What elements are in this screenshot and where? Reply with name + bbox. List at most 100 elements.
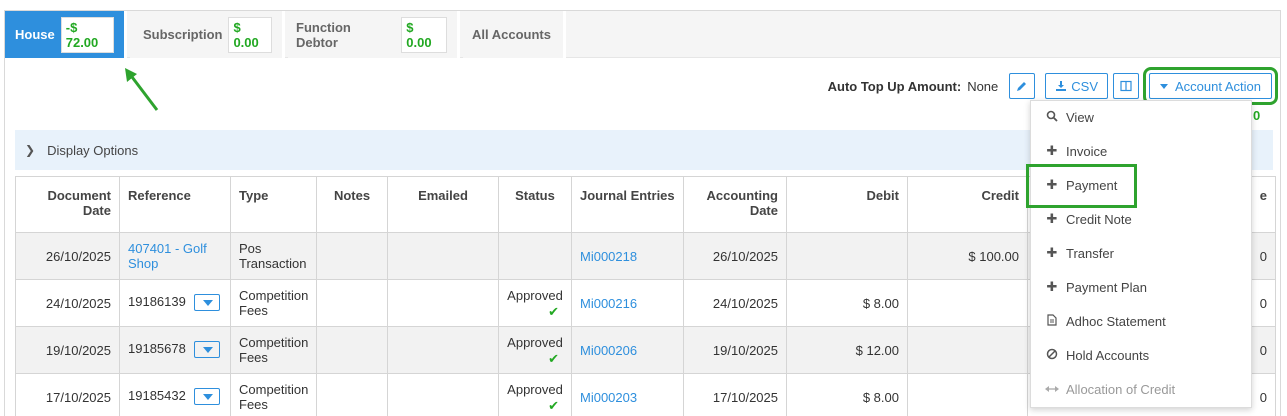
plus-icon: ✚ bbox=[1046, 245, 1058, 260]
plus-icon: ✚ bbox=[1046, 211, 1058, 226]
auto-top-up-value: None bbox=[967, 78, 999, 94]
menu-item-label: Allocation of Credit bbox=[1066, 381, 1176, 397]
menu-item-label: Transfer bbox=[1066, 245, 1114, 261]
reference-text: 19186139 bbox=[128, 294, 186, 310]
type-cell: Competition Fees bbox=[230, 326, 317, 374]
tab-label: All Accounts bbox=[472, 27, 551, 42]
document-date: 24/10/2025 bbox=[15, 279, 120, 327]
document-date: 26/10/2025 bbox=[15, 232, 120, 280]
debit-cell: $ 8.00 bbox=[786, 279, 908, 327]
account-action-menu: View ✚ Invoice ✚ Payment ✚ Credit Note ✚… bbox=[1030, 100, 1252, 408]
credit-cell bbox=[907, 326, 1028, 374]
type-cell: Competition Fees bbox=[230, 279, 317, 327]
accounting-date: 17/10/2025 bbox=[683, 373, 787, 416]
menu-item-allocation-of-credit[interactable]: Allocation of Credit bbox=[1031, 374, 1251, 404]
tab-all-accounts[interactable]: All Accounts bbox=[463, 11, 566, 58]
reference-link[interactable]: 407401 - Golf Shop bbox=[128, 241, 207, 271]
columns-toggle-button[interactable] bbox=[1113, 73, 1139, 99]
credit-cell bbox=[907, 279, 1028, 327]
account-tabs: House -$ 72.00 Subscription $ 0.00 Funct… bbox=[5, 11, 1280, 58]
edit-top-up-button[interactable] bbox=[1009, 73, 1036, 99]
emailed-cell bbox=[387, 373, 499, 416]
credit-cell: $ 100.00 bbox=[907, 232, 1028, 280]
document-date: 19/10/2025 bbox=[15, 326, 120, 374]
journal-link[interactable]: Mi000206 bbox=[580, 343, 637, 358]
emailed-cell bbox=[387, 279, 499, 327]
menu-item-label: Adhoc Statement bbox=[1066, 313, 1166, 329]
column-header[interactable]: Notes bbox=[316, 176, 388, 233]
tab-subscription[interactable]: Subscription $ 0.00 bbox=[130, 11, 285, 58]
reference-text: 19185678 bbox=[128, 341, 186, 357]
reference-dropdown-button[interactable] bbox=[193, 387, 220, 405]
tab-function-debtor[interactable]: Function Debtor $ 0.00 bbox=[288, 11, 460, 58]
menu-item-view[interactable]: View bbox=[1031, 102, 1251, 132]
debit-cell: $ 12.00 bbox=[786, 326, 908, 374]
status-text: Approved bbox=[507, 287, 563, 303]
accounting-date: 24/10/2025 bbox=[683, 279, 787, 327]
chevron-right-icon: ❯ bbox=[25, 143, 36, 157]
check-icon: ✔ bbox=[548, 397, 559, 413]
arrows-horizontal-icon bbox=[1045, 382, 1059, 397]
tab-amount: -$ 72.00 bbox=[60, 16, 114, 53]
search-icon bbox=[1045, 110, 1059, 125]
tab-amount: $ 0.00 bbox=[228, 16, 272, 53]
document-date: 17/10/2025 bbox=[15, 373, 120, 416]
menu-item-label: Credit Note bbox=[1066, 211, 1132, 227]
notes-cell bbox=[316, 373, 388, 416]
accounting-date: 26/10/2025 bbox=[683, 232, 787, 280]
debit-cell: $ 8.00 bbox=[786, 373, 908, 416]
plus-icon: ✚ bbox=[1046, 279, 1058, 294]
type-cell: Pos Transaction bbox=[230, 232, 317, 280]
column-header[interactable]: Reference bbox=[119, 176, 231, 233]
menu-item-adhoc-statement[interactable]: Adhoc Statement bbox=[1031, 306, 1251, 336]
menu-item-credit-note[interactable]: ✚ Credit Note bbox=[1031, 204, 1251, 234]
check-icon: ✔ bbox=[548, 350, 559, 366]
tab-house[interactable]: House -$ 72.00 bbox=[5, 11, 127, 58]
column-header[interactable]: Status bbox=[498, 176, 572, 233]
journal-link[interactable]: Mi000218 bbox=[580, 249, 637, 264]
credit-cell bbox=[907, 373, 1028, 416]
reference-text: 19185432 bbox=[128, 388, 186, 404]
caret-down-icon bbox=[1160, 83, 1168, 89]
column-header[interactable]: Document Date bbox=[15, 176, 120, 233]
column-header[interactable]: Emailed bbox=[387, 176, 499, 233]
menu-item-label: Hold Accounts bbox=[1066, 347, 1150, 363]
tab-label: Subscription bbox=[143, 27, 223, 42]
menu-item-invoice[interactable]: ✚ Invoice bbox=[1031, 136, 1251, 166]
pencil-icon bbox=[1017, 82, 1027, 91]
reference-dropdown-button[interactable] bbox=[193, 340, 220, 358]
annotation-arrow-icon bbox=[125, 68, 159, 111]
tab-amount: $ 0.00 bbox=[401, 16, 447, 53]
emailed-cell bbox=[387, 326, 499, 374]
auto-top-up-label: Auto Top Up Amount: bbox=[827, 78, 962, 94]
payment-highlight-box bbox=[1026, 164, 1137, 208]
accounting-date: 19/10/2025 bbox=[683, 326, 787, 374]
account-action-label: Account Action bbox=[1175, 78, 1261, 94]
csv-label: CSV bbox=[1071, 78, 1098, 94]
column-header[interactable]: Type bbox=[230, 176, 317, 233]
menu-item-label: Payment Plan bbox=[1066, 279, 1147, 295]
menu-item-transfer[interactable]: ✚ Transfer bbox=[1031, 238, 1251, 268]
reference-dropdown-button[interactable] bbox=[193, 293, 220, 311]
status-cell bbox=[498, 232, 572, 280]
ban-icon bbox=[1045, 348, 1059, 363]
account-action-button[interactable]: Account Action bbox=[1143, 67, 1278, 105]
column-header[interactable]: Accounting Date bbox=[683, 176, 787, 233]
notes-cell bbox=[316, 232, 388, 280]
menu-item-hold-accounts[interactable]: Hold Accounts bbox=[1031, 340, 1251, 370]
plus-icon: ✚ bbox=[1046, 143, 1058, 158]
balance-fragment: 0 bbox=[1253, 108, 1261, 123]
column-header[interactable]: Credit bbox=[907, 176, 1028, 233]
menu-item-payment-plan[interactable]: ✚ Payment Plan bbox=[1031, 272, 1251, 302]
journal-link[interactable]: Mi000216 bbox=[580, 296, 637, 311]
csv-export-button[interactable]: CSV bbox=[1045, 73, 1108, 99]
tab-label: Function Debtor bbox=[296, 19, 351, 50]
notes-cell bbox=[316, 279, 388, 327]
document-icon bbox=[1045, 313, 1059, 329]
column-header[interactable]: Debit bbox=[786, 176, 908, 233]
journal-link[interactable]: Mi000203 bbox=[580, 390, 637, 405]
type-cell: Competition Fees bbox=[230, 373, 317, 416]
notes-cell bbox=[316, 326, 388, 374]
column-header[interactable]: Journal Entries bbox=[571, 176, 684, 233]
status-text: Approved bbox=[507, 381, 563, 397]
